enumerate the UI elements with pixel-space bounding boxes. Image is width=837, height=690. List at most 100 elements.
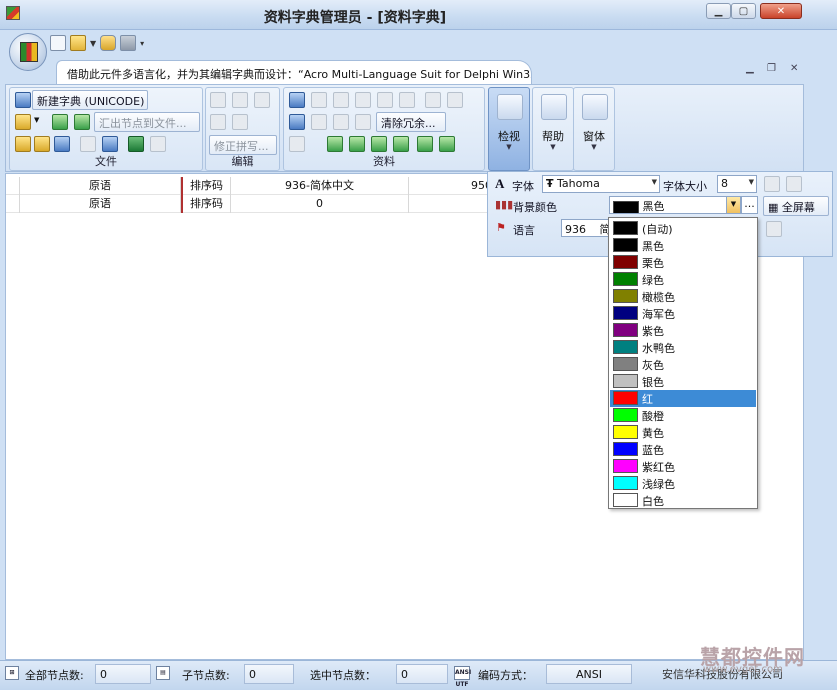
collapse-icon[interactable] — [447, 92, 463, 108]
move-down-icon[interactable] — [399, 92, 415, 108]
database-icon[interactable] — [15, 136, 31, 152]
mdi-minimize-icon[interactable]: ▁ — [746, 63, 754, 74]
table-cell[interactable]: 排序码 — [181, 177, 231, 195]
chevron-down-icon[interactable]: ▼ — [34, 116, 39, 124]
color-option[interactable]: 绿色 — [610, 271, 756, 288]
color-option[interactable]: 紫色 — [610, 322, 756, 339]
encoding-icon: ANSI UTF — [454, 666, 471, 688]
table-cell[interactable]: 原语 — [20, 177, 181, 195]
maximize-button[interactable]: ▢ — [731, 3, 756, 19]
minimize-button[interactable]: ▁ — [706, 3, 731, 19]
chevron-down-icon[interactable]: ▼ — [90, 39, 96, 48]
print-icon[interactable] — [150, 136, 166, 152]
database-icon[interactable] — [100, 35, 117, 51]
save-as-icon[interactable] — [102, 136, 118, 152]
database-open-icon[interactable] — [34, 136, 50, 152]
office-menu-button[interactable] — [9, 33, 47, 71]
simplified-icon[interactable] — [311, 114, 327, 130]
bg-color-select[interactable]: 黑色 — [609, 196, 741, 214]
chevron-down-icon[interactable]: ▼ — [726, 196, 741, 214]
color-option[interactable]: 海军色 — [610, 305, 756, 322]
color-option[interactable]: 白色 — [610, 492, 756, 509]
export-rem-icon[interactable] — [327, 136, 343, 152]
columns-icon[interactable] — [786, 176, 802, 192]
font-select[interactable]: Ŧ Tahoma ▼ — [542, 175, 660, 193]
color-option[interactable]: 浅绿色 — [610, 475, 756, 492]
open-folder-icon[interactable] — [70, 35, 86, 51]
close-button[interactable]: ✕ — [760, 3, 802, 19]
tools-icon[interactable] — [766, 221, 782, 237]
mdi-close-icon[interactable]: ✕ — [790, 63, 798, 74]
tree-icon: ⊞ — [5, 666, 19, 680]
truetype-icon: Ŧ — [546, 177, 554, 190]
import-rem-icon[interactable] — [417, 136, 433, 152]
save-icon[interactable] — [80, 136, 96, 152]
mdi-restore-icon[interactable]: ❐ — [767, 63, 776, 74]
add-child-icon[interactable] — [311, 92, 327, 108]
color-option[interactable]: 橄榄色 — [610, 288, 756, 305]
open-folder-icon[interactable] — [15, 114, 31, 130]
color-option[interactable]: 黑色 — [610, 237, 756, 254]
color-dropdown-list[interactable]: (自动) 黑色 栗色 绿色 橄榄色 海军色 紫色水鸭色 灰色 银色红酸橙 黄色 蓝色 紫红色 浅绿色 白色 — [608, 217, 758, 509]
view-button[interactable]: 检视 ▼ — [488, 87, 530, 171]
translate-icon[interactable] — [289, 114, 305, 130]
refresh-icon[interactable] — [355, 114, 371, 130]
font-size-select[interactable]: 8 ▼ — [717, 175, 757, 193]
find-icon[interactable] — [232, 114, 248, 130]
excel-icon[interactable] — [128, 136, 144, 152]
add-node-icon[interactable] — [289, 92, 305, 108]
export-nodes-button[interactable]: 汇出节点到文件... — [94, 112, 200, 132]
new-file-icon[interactable] — [50, 35, 66, 51]
table-cell[interactable]: 原语 — [20, 195, 181, 213]
export-txt-icon[interactable] — [371, 136, 387, 152]
sort-icon[interactable] — [355, 92, 371, 108]
color-option[interactable]: 紫红色 — [610, 458, 756, 475]
import-res-icon[interactable] — [439, 136, 455, 152]
color-option[interactable]: 银色 — [610, 373, 756, 390]
color-option[interactable]: 蓝色 — [610, 441, 756, 458]
help-icon — [541, 94, 567, 120]
import-icon[interactable] — [52, 114, 68, 130]
group-label-edit: 编辑 — [231, 155, 254, 168]
database-save-icon[interactable] — [54, 136, 70, 152]
help-button[interactable]: 帮助 ▼ — [532, 87, 574, 171]
color-option[interactable]: 灰色 — [610, 356, 756, 373]
app-logo-icon — [20, 42, 38, 62]
color-option[interactable]: 水鸭色 — [610, 339, 756, 356]
move-up-icon[interactable] — [377, 92, 393, 108]
delete-node-icon[interactable] — [333, 92, 349, 108]
export-res-icon[interactable] — [349, 136, 365, 152]
color-swatch — [613, 272, 638, 286]
fullscreen-label: 全屏幕 — [781, 201, 815, 214]
save-disk-icon[interactable] — [120, 35, 137, 51]
window-button[interactable]: 窗体 ▼ — [573, 87, 615, 171]
view-icon — [497, 94, 523, 120]
fullscreen-button[interactable]: ▦ 全屏幕 — [763, 196, 829, 216]
merge-icon[interactable] — [289, 136, 305, 152]
cut-icon[interactable] — [210, 92, 226, 108]
color-option[interactable]: 黄色 — [610, 424, 756, 441]
fix-spelling-button[interactable]: 修正拼写... — [209, 135, 277, 155]
color-ellipsis-button[interactable]: ... — [741, 196, 758, 214]
document-tab[interactable]: 借助此元件多语言化，并为其编辑字典而设计：“Acro Multi-Languag… — [56, 60, 532, 84]
traditional-icon[interactable] — [333, 114, 349, 130]
color-option[interactable]: 栗色 — [610, 254, 756, 271]
expand-icon[interactable] — [425, 92, 441, 108]
export-icon[interactable] — [74, 114, 90, 130]
color-option[interactable]: 酸橙 — [610, 407, 756, 424]
table-cell[interactable]: 排序码 — [181, 195, 231, 213]
paste-icon[interactable] — [254, 92, 270, 108]
color-option[interactable]: 红 — [610, 390, 756, 407]
copy-icon[interactable] — [232, 92, 248, 108]
export-res2-icon[interactable] — [393, 136, 409, 152]
color-option[interactable]: (自动) — [610, 220, 756, 237]
new-dictionary-button[interactable]: 新建字典 (UNICODE) — [32, 90, 148, 110]
customize-toolbar-icon[interactable]: ▾ — [140, 39, 144, 48]
color-option-label: 水鸭色 — [642, 342, 675, 355]
tree-layout-icon[interactable] — [764, 176, 780, 192]
table-cell[interactable]: 0 — [231, 195, 409, 213]
clear-redundant-button[interactable]: 清除冗余... — [376, 112, 446, 132]
undo-icon[interactable] — [210, 114, 226, 130]
table-cell[interactable]: 936-简体中文 — [231, 177, 409, 195]
row-indicator — [6, 177, 20, 195]
